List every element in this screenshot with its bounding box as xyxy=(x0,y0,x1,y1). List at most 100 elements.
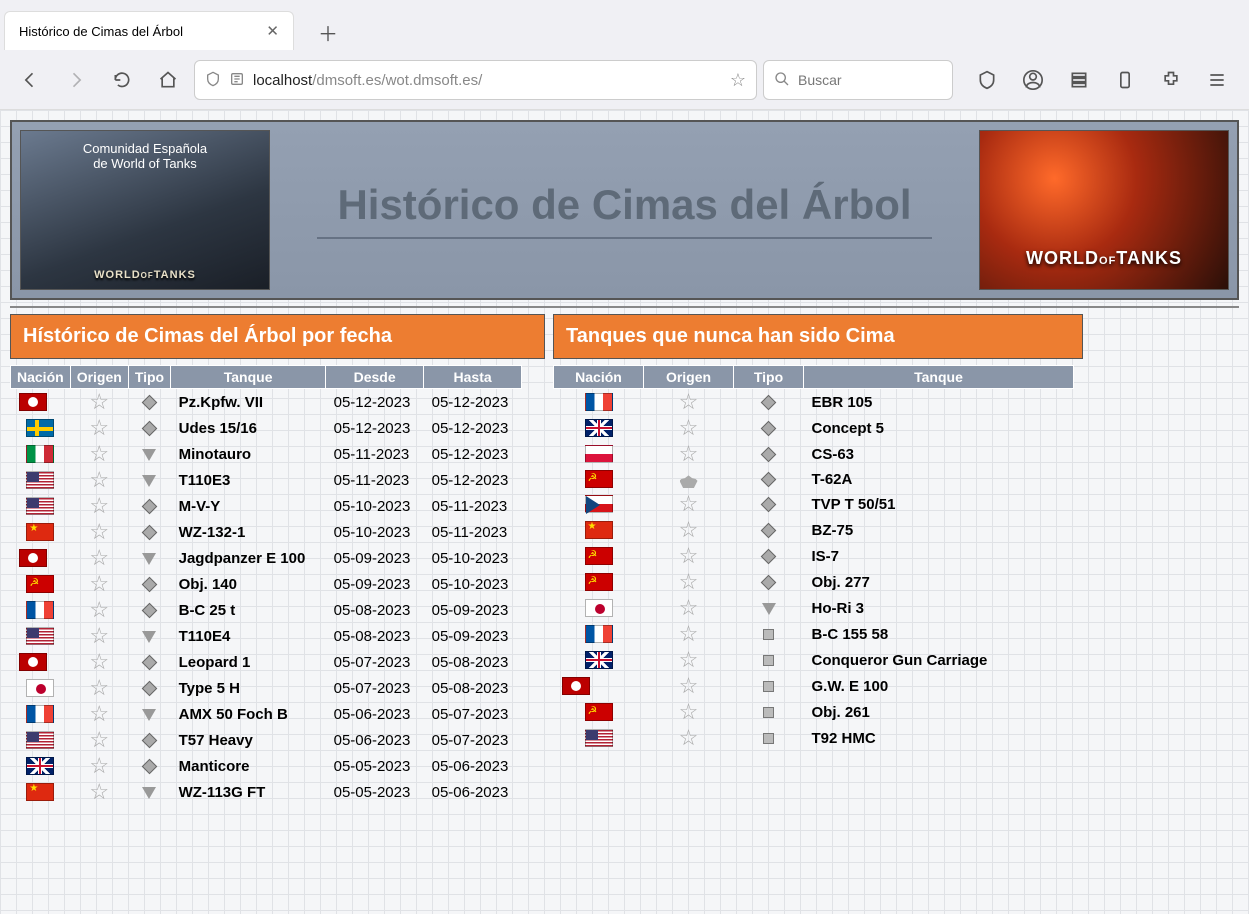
extension-icon-1[interactable] xyxy=(1057,60,1101,100)
col-header: Origen xyxy=(70,366,128,389)
cell-type xyxy=(128,545,170,571)
flag-us-icon xyxy=(585,729,613,747)
cell-tank: T57 Heavy xyxy=(171,727,326,753)
flag-cn-icon xyxy=(26,783,54,801)
table-row: ☆B-C 155 58 xyxy=(554,621,1074,647)
cell-tank: B-C 25 t xyxy=(171,597,326,623)
cell-type xyxy=(734,699,804,725)
close-tab-icon[interactable]: ✕ xyxy=(266,22,279,40)
origin-star-icon: ☆ xyxy=(89,418,109,438)
cell-tank: Concept 5 xyxy=(804,415,1074,441)
cell-type xyxy=(734,491,804,517)
account-icon[interactable] xyxy=(1011,60,1055,100)
cell-from: 05-10-2023 xyxy=(326,493,424,519)
table-left-title: Hístórico de Cimas del Árbol por fecha xyxy=(10,314,545,359)
cell-to: 05-06-2023 xyxy=(424,779,522,805)
cell-origin: ☆ xyxy=(70,675,128,701)
flag-jp-icon xyxy=(26,679,54,697)
cell-nation xyxy=(11,727,71,753)
table-row: ☆Minotauro05-11-202305-12-2023 xyxy=(11,441,522,467)
flag-su-icon xyxy=(26,575,54,593)
home-button[interactable] xyxy=(148,60,188,100)
banner-left-image: Comunidad Española de World of Tanks WOR… xyxy=(20,130,270,290)
cell-type xyxy=(128,675,170,701)
cell-to: 05-12-2023 xyxy=(424,467,522,493)
origin-star-icon: ☆ xyxy=(89,652,109,672)
cell-tank: BZ-75 xyxy=(804,517,1074,543)
extensions-icon[interactable] xyxy=(1149,60,1193,100)
cell-nation xyxy=(11,493,71,519)
menu-icon[interactable] xyxy=(1195,60,1239,100)
new-tab-button[interactable]: ＋ xyxy=(310,14,346,50)
cell-type xyxy=(734,441,804,467)
table-row: ☆Manticore05-05-202305-06-2023 xyxy=(11,753,522,779)
type-medium-icon xyxy=(761,395,777,411)
cell-origin: ☆ xyxy=(70,389,128,416)
page-content: Comunidad Española de World of Tanks WOR… xyxy=(0,110,1249,914)
cell-type xyxy=(734,517,804,543)
type-td-icon xyxy=(142,475,156,487)
cell-tank: Conqueror Gun Carriage xyxy=(804,647,1074,673)
cell-nation xyxy=(11,623,71,649)
cell-from: 05-08-2023 xyxy=(326,623,424,649)
table-row: ☆CS-63 xyxy=(554,441,1074,467)
cell-to: 05-07-2023 xyxy=(424,701,522,727)
type-medium-icon xyxy=(761,421,777,437)
device-icon[interactable] xyxy=(1103,60,1147,100)
cell-nation xyxy=(11,701,71,727)
origin-star-icon: ☆ xyxy=(679,624,699,644)
flag-jp-icon xyxy=(585,599,613,617)
search-box[interactable]: Buscar xyxy=(763,60,953,100)
cell-origin: ☆ xyxy=(70,597,128,623)
flag-su-icon xyxy=(585,470,613,488)
back-button[interactable] xyxy=(10,60,50,100)
cell-origin: ☆ xyxy=(70,519,128,545)
flag-de-reich-icon xyxy=(19,393,47,411)
cell-origin: ☆ xyxy=(70,415,128,441)
cell-tank: T-62A xyxy=(804,467,1074,491)
cell-type xyxy=(128,467,170,493)
cell-nation xyxy=(554,491,644,517)
star-bookmark-icon[interactable]: ☆ xyxy=(730,70,746,91)
search-placeholder: Buscar xyxy=(798,72,842,88)
cell-tank: AMX 50 Foch B xyxy=(171,701,326,727)
flag-cn-icon xyxy=(26,523,54,541)
table-row: ☆T57 Heavy05-06-202305-07-2023 xyxy=(11,727,522,753)
ublock-icon[interactable] xyxy=(965,60,1009,100)
cell-origin: ☆ xyxy=(70,753,128,779)
banner-left-line2: de World of Tanks xyxy=(93,156,197,171)
cell-from: 05-06-2023 xyxy=(326,701,424,727)
origin-star-icon: ☆ xyxy=(89,678,109,698)
type-medium-icon xyxy=(761,575,777,591)
reload-button[interactable] xyxy=(102,60,142,100)
cell-origin: ☆ xyxy=(70,441,128,467)
cell-origin xyxy=(644,467,734,491)
cell-nation xyxy=(11,779,71,805)
flag-de-reich-icon xyxy=(19,549,47,567)
url-bar[interactable]: localhost/dmsoft.es/wot.dmsoft.es/ ☆ xyxy=(194,60,757,100)
cell-type xyxy=(734,467,804,491)
cell-type xyxy=(128,597,170,623)
cell-origin: ☆ xyxy=(644,389,734,416)
browser-tab[interactable]: Histórico de Cimas del Árbol ✕ xyxy=(4,11,294,50)
origin-star-icon: ☆ xyxy=(679,728,699,748)
flag-uk-icon xyxy=(585,419,613,437)
type-spg-icon xyxy=(763,707,774,718)
flag-su-icon xyxy=(585,573,613,591)
origin-star-icon: ☆ xyxy=(89,600,109,620)
forward-button[interactable] xyxy=(56,60,96,100)
cell-nation xyxy=(554,725,644,751)
cell-origin: ☆ xyxy=(644,595,734,621)
type-medium-icon xyxy=(142,577,158,593)
site-info-icon[interactable] xyxy=(229,71,245,90)
col-header: Tanque xyxy=(804,366,1074,389)
type-td-icon xyxy=(142,631,156,643)
cell-nation xyxy=(554,543,644,569)
cell-origin: ☆ xyxy=(644,673,734,699)
cell-from: 05-05-2023 xyxy=(326,753,424,779)
table-row: ☆IS-7 xyxy=(554,543,1074,569)
cell-tank: Udes 15/16 xyxy=(171,415,326,441)
cell-type xyxy=(734,595,804,621)
table-row: ☆Obj. 277 xyxy=(554,569,1074,595)
cell-origin: ☆ xyxy=(644,647,734,673)
